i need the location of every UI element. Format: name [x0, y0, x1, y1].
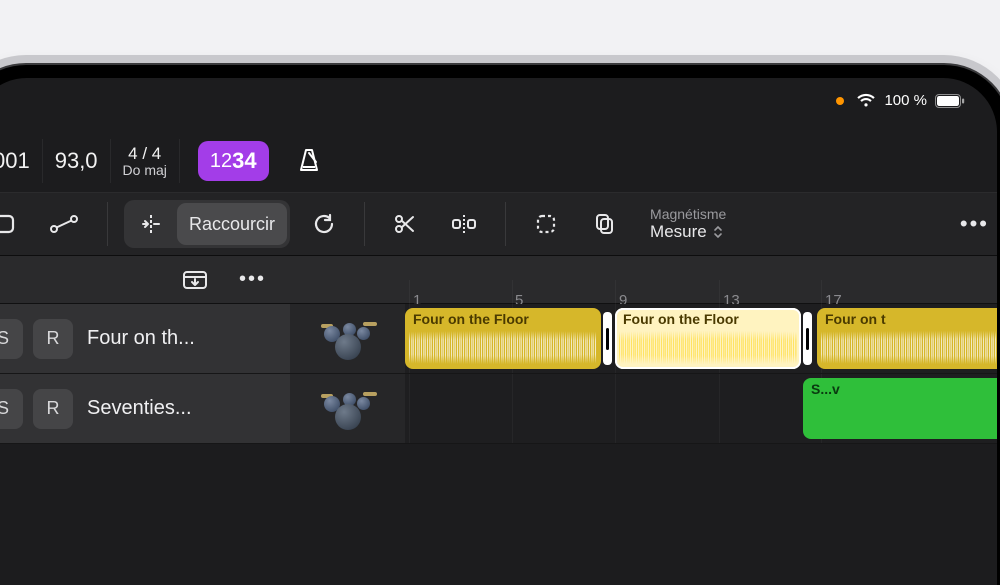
- waveform-icon: [821, 330, 997, 365]
- scissors-tool-button[interactable]: [381, 203, 429, 245]
- count-in-button[interactable]: 1234: [198, 141, 269, 181]
- track-options-button[interactable]: •••: [233, 259, 272, 301]
- toolbar-divider: [505, 202, 506, 246]
- lcd-tempo-value: 93,0: [55, 148, 98, 174]
- midi-region[interactable]: S...v: [803, 378, 997, 439]
- automation-tool-button[interactable]: [37, 203, 91, 245]
- device-frame: 100 % 001 93,0 4 / 4 Do maj 1234: [0, 65, 1000, 585]
- region-label: Four on the Floor: [623, 311, 793, 327]
- tracks-area: S R Four on th... Four on the: [0, 304, 997, 585]
- metronome-button[interactable]: [287, 141, 331, 181]
- track-row: S R Four on th... Four on the: [0, 304, 997, 374]
- record-enable-button[interactable]: R: [33, 389, 73, 429]
- tracks-header-strip: ••• 1 5 9 13 17: [0, 256, 997, 304]
- trim-mode-button[interactable]: Raccourcir: [177, 203, 287, 245]
- snap-menu[interactable]: Magnétisme Mesure: [650, 206, 726, 242]
- solo-button[interactable]: S: [0, 389, 23, 429]
- region-label: Four on t: [825, 311, 997, 327]
- drumkit-icon: [321, 318, 375, 360]
- marquee-tool-button[interactable]: [0, 203, 27, 245]
- chevron-updown-icon: [713, 225, 723, 239]
- instrument-icon-cell[interactable]: [290, 304, 405, 373]
- solo-button[interactable]: S: [0, 319, 23, 359]
- trim-mode-label: Raccourcir: [189, 214, 275, 235]
- battery-icon: [935, 94, 965, 108]
- wifi-icon: [856, 93, 876, 108]
- audio-region-selected[interactable]: Four on the Floor: [615, 308, 801, 369]
- region-handle[interactable]: [803, 312, 812, 365]
- instrument-icon-cell[interactable]: [290, 374, 405, 443]
- lcd-key-value: Do maj: [123, 163, 167, 178]
- copy-tool-button[interactable]: [580, 203, 628, 245]
- transport-bar: 001 93,0 4 / 4 Do maj 1234 ?: [0, 132, 997, 190]
- battery-percent: 100 %: [884, 92, 927, 109]
- count-in-leading: 12: [210, 150, 232, 173]
- trackhead-controls: •••: [0, 259, 290, 301]
- lcd-display[interactable]: 001 93,0 4 / 4 Do maj: [0, 139, 180, 184]
- snap-value: Mesure: [650, 222, 707, 242]
- recording-indicator-dot: [836, 97, 844, 105]
- select-tool-button[interactable]: [522, 203, 570, 245]
- lcd-tempo[interactable]: 93,0: [43, 139, 111, 184]
- drumkit-icon: [321, 388, 375, 430]
- region-handle[interactable]: [603, 312, 612, 365]
- import-button[interactable]: [175, 259, 215, 301]
- track-name: Seventies...: [87, 397, 192, 420]
- track-header[interactable]: S R Seventies...: [0, 374, 290, 443]
- region-label: Four on the Floor: [413, 311, 593, 327]
- trim-direction-button[interactable]: [127, 203, 175, 245]
- region-label: S...v: [811, 381, 997, 397]
- toolbar-divider: [107, 202, 108, 246]
- snap-label: Magnétisme: [650, 206, 726, 222]
- app-screen: 100 % 001 93,0 4 / 4 Do maj 1234: [0, 78, 997, 585]
- waveform-icon: [409, 330, 597, 365]
- track-name: Four on th...: [87, 327, 195, 350]
- lcd-signature-key[interactable]: 4 / 4 Do maj: [111, 139, 180, 184]
- track-lane[interactable]: S...v: [405, 374, 997, 443]
- split-tool-button[interactable]: [439, 203, 489, 245]
- trim-segment: Raccourcir: [124, 200, 290, 248]
- track-row: S R Seventies... S...v: [0, 374, 997, 444]
- toolbar-more-button[interactable]: •••: [960, 211, 989, 237]
- waveform-icon: [619, 330, 797, 365]
- lcd-position-value: 001: [0, 148, 30, 174]
- record-enable-button[interactable]: R: [33, 319, 73, 359]
- lcd-timesig-value: 4 / 4: [128, 145, 161, 163]
- lcd-position[interactable]: 001: [0, 139, 43, 184]
- track-header[interactable]: S R Four on th...: [0, 304, 290, 373]
- audio-region[interactable]: Four on the Floor: [405, 308, 601, 369]
- audio-region[interactable]: Four on t: [817, 308, 997, 369]
- edit-toolbar: Raccourcir Magnétisme: [0, 192, 997, 256]
- count-in-bold: 34: [232, 148, 256, 174]
- status-bar: 100 %: [836, 92, 965, 109]
- loop-tool-button[interactable]: [300, 203, 348, 245]
- track-lane[interactable]: Four on the Floor Four on the Floor Four…: [405, 304, 997, 373]
- toolbar-divider: [364, 202, 365, 246]
